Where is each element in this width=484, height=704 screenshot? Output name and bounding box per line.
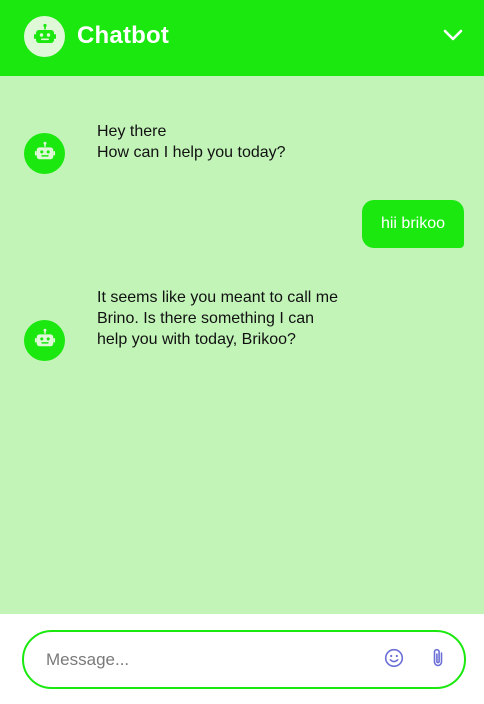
smiley-icon bbox=[384, 648, 404, 673]
message-list[interactable]: Hey there How can I help you today? hii … bbox=[0, 76, 484, 614]
user-message: hii brikoo bbox=[361, 200, 464, 248]
message-input[interactable] bbox=[46, 644, 366, 676]
chatbot-widget: Chatbot Hey there How can I help you tod… bbox=[0, 0, 484, 704]
bot-message: Hey there How can I help you today? bbox=[97, 123, 286, 161]
chat-header: Chatbot bbox=[0, 0, 484, 76]
collapse-button[interactable] bbox=[440, 24, 466, 50]
header-avatar bbox=[24, 16, 65, 57]
bot-avatar bbox=[24, 320, 65, 361]
emoji-button[interactable] bbox=[382, 648, 406, 672]
message-input-container bbox=[22, 630, 466, 689]
paperclip-icon bbox=[428, 647, 448, 674]
bot-avatar bbox=[24, 133, 65, 174]
robot-icon bbox=[34, 327, 56, 354]
robot-icon bbox=[34, 140, 56, 167]
chevron-down-icon bbox=[443, 28, 463, 46]
chat-title: Chatbot bbox=[77, 22, 170, 49]
composer bbox=[0, 614, 484, 704]
attach-button[interactable] bbox=[426, 648, 450, 672]
robot-icon bbox=[33, 22, 57, 51]
bot-message: It seems like you meant to call me Brino… bbox=[97, 289, 338, 348]
